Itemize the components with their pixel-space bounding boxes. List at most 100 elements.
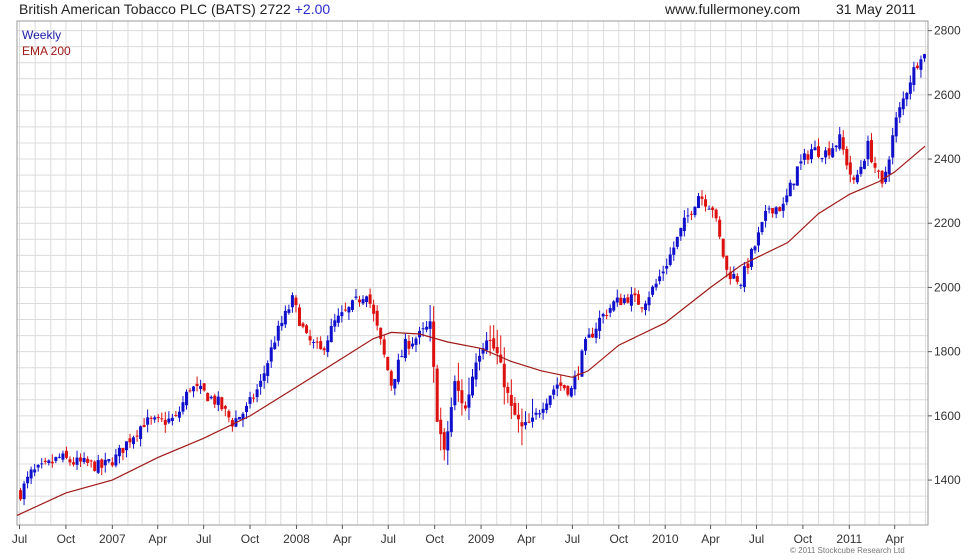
candle-body [372, 304, 376, 314]
candle-body [488, 339, 492, 341]
candle-body [86, 458, 90, 463]
candle-body [509, 394, 513, 406]
candle-body [485, 340, 489, 351]
candle-body [460, 390, 464, 404]
candle-body [725, 255, 729, 270]
candle-body [633, 293, 637, 296]
x-tick-label: Oct [794, 532, 813, 546]
candle-body [22, 483, 26, 500]
candle-body [149, 417, 153, 419]
candle-body [192, 386, 196, 392]
candle-body [453, 381, 457, 406]
candle-body [757, 232, 761, 246]
candle-body [523, 422, 527, 426]
candle-body [852, 177, 856, 180]
candle-body [594, 328, 598, 338]
y-tick-label: 2200 [934, 216, 961, 230]
candle-body [89, 460, 93, 462]
candle-body [908, 82, 912, 94]
candle-body [57, 456, 61, 458]
x-tick-label: 2007 [99, 532, 126, 546]
candle-body [269, 347, 273, 362]
candle-body [71, 462, 75, 465]
candle-body [891, 135, 895, 158]
candle-body [54, 457, 58, 461]
candle-body [350, 300, 354, 310]
x-tick-label: 2010 [652, 532, 679, 546]
candle-body [252, 397, 256, 399]
candle-body [778, 207, 782, 212]
candle-body [400, 356, 404, 358]
candle-body [389, 371, 393, 386]
candle-body [283, 310, 287, 325]
candle-body [47, 460, 51, 464]
candle-body [753, 246, 757, 251]
candle-body [354, 296, 358, 298]
candle-body [711, 207, 715, 211]
candle-body [301, 323, 305, 327]
candle-body [707, 208, 711, 210]
candle-body [248, 397, 252, 404]
candle-body [746, 263, 750, 269]
candle-body [177, 411, 181, 418]
candle-body [456, 380, 460, 391]
candle-body [188, 390, 192, 392]
candle-body [834, 145, 838, 148]
x-tick-label: Apr [885, 532, 904, 546]
candle-body [817, 146, 821, 157]
candle-body [156, 416, 160, 418]
candle-body [379, 327, 383, 339]
candle-body [75, 457, 79, 465]
candle-body [117, 447, 121, 457]
candle-body [870, 140, 874, 163]
candle-body [573, 375, 577, 390]
candle-body [471, 376, 474, 396]
candle-body [375, 310, 379, 326]
candle-body [43, 460, 47, 462]
candle-body [739, 284, 743, 286]
candle-body [425, 326, 429, 330]
candle-body [601, 314, 605, 317]
candle-body [202, 383, 206, 391]
candle-body [421, 328, 425, 330]
candle-body [718, 219, 722, 237]
candle-body [167, 418, 171, 423]
candle-body [100, 459, 104, 468]
candle-body [813, 147, 817, 151]
ema-200-line [16, 145, 926, 516]
candle-body [905, 92, 909, 100]
candle-body [704, 199, 708, 207]
candle-body [566, 386, 570, 395]
candle-body [877, 170, 881, 172]
candle-body [531, 417, 535, 422]
candle-body [50, 461, 54, 464]
candle-body [347, 307, 351, 313]
candle-body [672, 247, 676, 255]
candle-body [142, 425, 146, 428]
candle-body [552, 389, 556, 395]
candle-body [516, 414, 520, 420]
candle-body [506, 386, 510, 393]
candle-body [559, 382, 563, 386]
x-tick-label: 2009 [468, 532, 495, 546]
candle-body [658, 276, 662, 282]
candle-body [439, 419, 443, 435]
candle-body [661, 271, 665, 274]
x-tick-label: Jul [565, 532, 580, 546]
candle-body [696, 196, 700, 209]
candle-body [139, 426, 143, 440]
candle-body [308, 336, 312, 341]
candle-body [82, 457, 86, 463]
candle-body [880, 170, 884, 184]
x-tick-label: Oct [241, 532, 260, 546]
candle-body [96, 460, 100, 473]
x-tick-label: Jul [12, 532, 27, 546]
candle-body [735, 276, 739, 282]
candle-body [184, 391, 188, 406]
candle-body [598, 317, 602, 331]
x-tick-label: Jul [196, 532, 211, 546]
legend-weekly: Weekly [22, 28, 62, 42]
candle-body [915, 65, 919, 69]
candle-body [227, 411, 231, 418]
candle-body [675, 236, 679, 247]
